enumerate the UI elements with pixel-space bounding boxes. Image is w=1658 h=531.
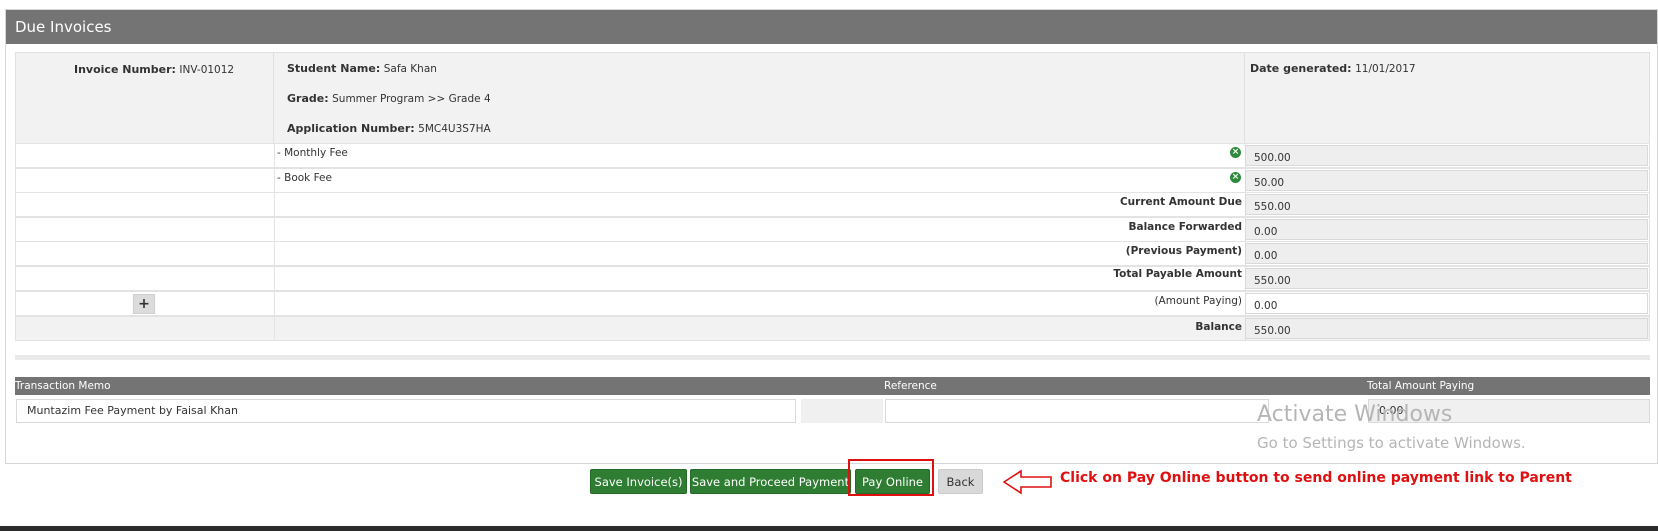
balance-value: 550.00	[1245, 318, 1648, 339]
pay-online-highlight	[848, 459, 934, 496]
balance-forwarded-value: 0.00	[1245, 219, 1648, 240]
current-amount-due-row: Current Amount Due 550.00	[15, 192, 1650, 217]
transaction-header: Transaction Memo Reference Total Amount …	[15, 377, 1650, 395]
memo-header: Transaction Memo	[15, 380, 111, 392]
bottom-bar	[0, 526, 1658, 531]
balance-row: Balance 550.00	[15, 316, 1650, 341]
fee-name: - Monthly Fee	[277, 147, 348, 159]
date-generated-label: Date generated:	[1250, 62, 1352, 75]
student-name: Student Name: Safa Khan	[287, 62, 437, 75]
balance-forwarded-row: Balance Forwarded 0.00	[15, 217, 1650, 242]
fee-name: - Book Fee	[277, 172, 332, 184]
divider	[15, 355, 1650, 360]
student-name-label: Student Name:	[287, 62, 381, 75]
activate-windows-title: Activate Windows	[1257, 402, 1453, 427]
remove-fee-icon[interactable]: ×	[1230, 147, 1241, 158]
amount-paying-row: + (Amount Paying) 0.00	[15, 291, 1650, 316]
grade-value: Summer Program >> Grade 4	[332, 93, 491, 105]
previous-payment-label: (Previous Payment)	[1125, 245, 1242, 257]
application-number-value: 5MC4U3S7HA	[418, 123, 491, 135]
add-row-button[interactable]: +	[133, 294, 155, 314]
previous-payment-row: (Previous Payment) 0.00	[15, 241, 1650, 266]
date-generated: Date generated: 11/01/2017	[1250, 62, 1416, 75]
balance-label: Balance	[1195, 321, 1242, 333]
previous-payment-value: 0.00	[1245, 243, 1648, 264]
due-invoices-panel: Due Invoices Invoice Number: INV-01012 S…	[5, 9, 1658, 464]
balance-forwarded-label: Balance Forwarded	[1128, 221, 1242, 233]
fee-amount: 50.00	[1245, 170, 1648, 191]
current-amount-due-label: Current Amount Due	[1119, 196, 1242, 208]
pointer-arrow-icon	[1003, 469, 1052, 495]
total-payable-row: Total Payable Amount 550.00	[15, 266, 1650, 291]
transaction-memo-input[interactable]: Muntazim Fee Payment by Faisal Khan	[16, 399, 796, 423]
total-header: Total Amount Paying	[1367, 380, 1475, 392]
instruction-annotation: Click on Pay Online button to send onlin…	[1060, 470, 1572, 486]
date-generated-value: 11/01/2017	[1355, 63, 1416, 75]
grade-label: Grade:	[287, 92, 329, 105]
invoice-info: Invoice Number: INV-01012 Student Name: …	[15, 52, 1650, 152]
amount-paying-input[interactable]: 0.00	[1245, 293, 1648, 314]
invoice-number-value: INV-01012	[179, 64, 235, 76]
save-invoices-button[interactable]: Save Invoice(s)	[590, 469, 687, 494]
invoice-number-label: Invoice Number:	[74, 63, 176, 76]
student-name-value: Safa Khan	[383, 63, 437, 75]
remove-fee-icon[interactable]: ×	[1230, 172, 1241, 183]
fee-amount: 500.00	[1245, 145, 1648, 166]
activate-windows-subtitle: Go to Settings to activate Windows.	[1257, 434, 1526, 452]
back-button[interactable]: Back	[938, 469, 983, 494]
reference-header: Reference	[884, 380, 937, 392]
current-amount-due-value: 550.00	[1245, 194, 1648, 215]
panel-title: Due Invoices	[6, 10, 1657, 44]
total-payable-value: 550.00	[1245, 268, 1648, 289]
amount-paying-label: (Amount Paying)	[1154, 295, 1242, 307]
application-number: Application Number: 5MC4U3S7HA	[287, 122, 491, 135]
fee-row-monthly: - Monthly Fee × 500.00	[15, 143, 1650, 168]
fee-row-book: - Book Fee × 50.00	[15, 168, 1650, 193]
save-proceed-payment-button[interactable]: Save and Proceed Payment	[690, 469, 851, 494]
invoice-number: Invoice Number: INV-01012	[74, 63, 234, 76]
total-payable-label: Total Payable Amount	[1113, 268, 1242, 280]
reference-input[interactable]	[885, 399, 1269, 423]
application-number-label: Application Number:	[287, 122, 415, 135]
grade: Grade: Summer Program >> Grade 4	[287, 92, 491, 105]
memo-spacer	[801, 399, 883, 423]
